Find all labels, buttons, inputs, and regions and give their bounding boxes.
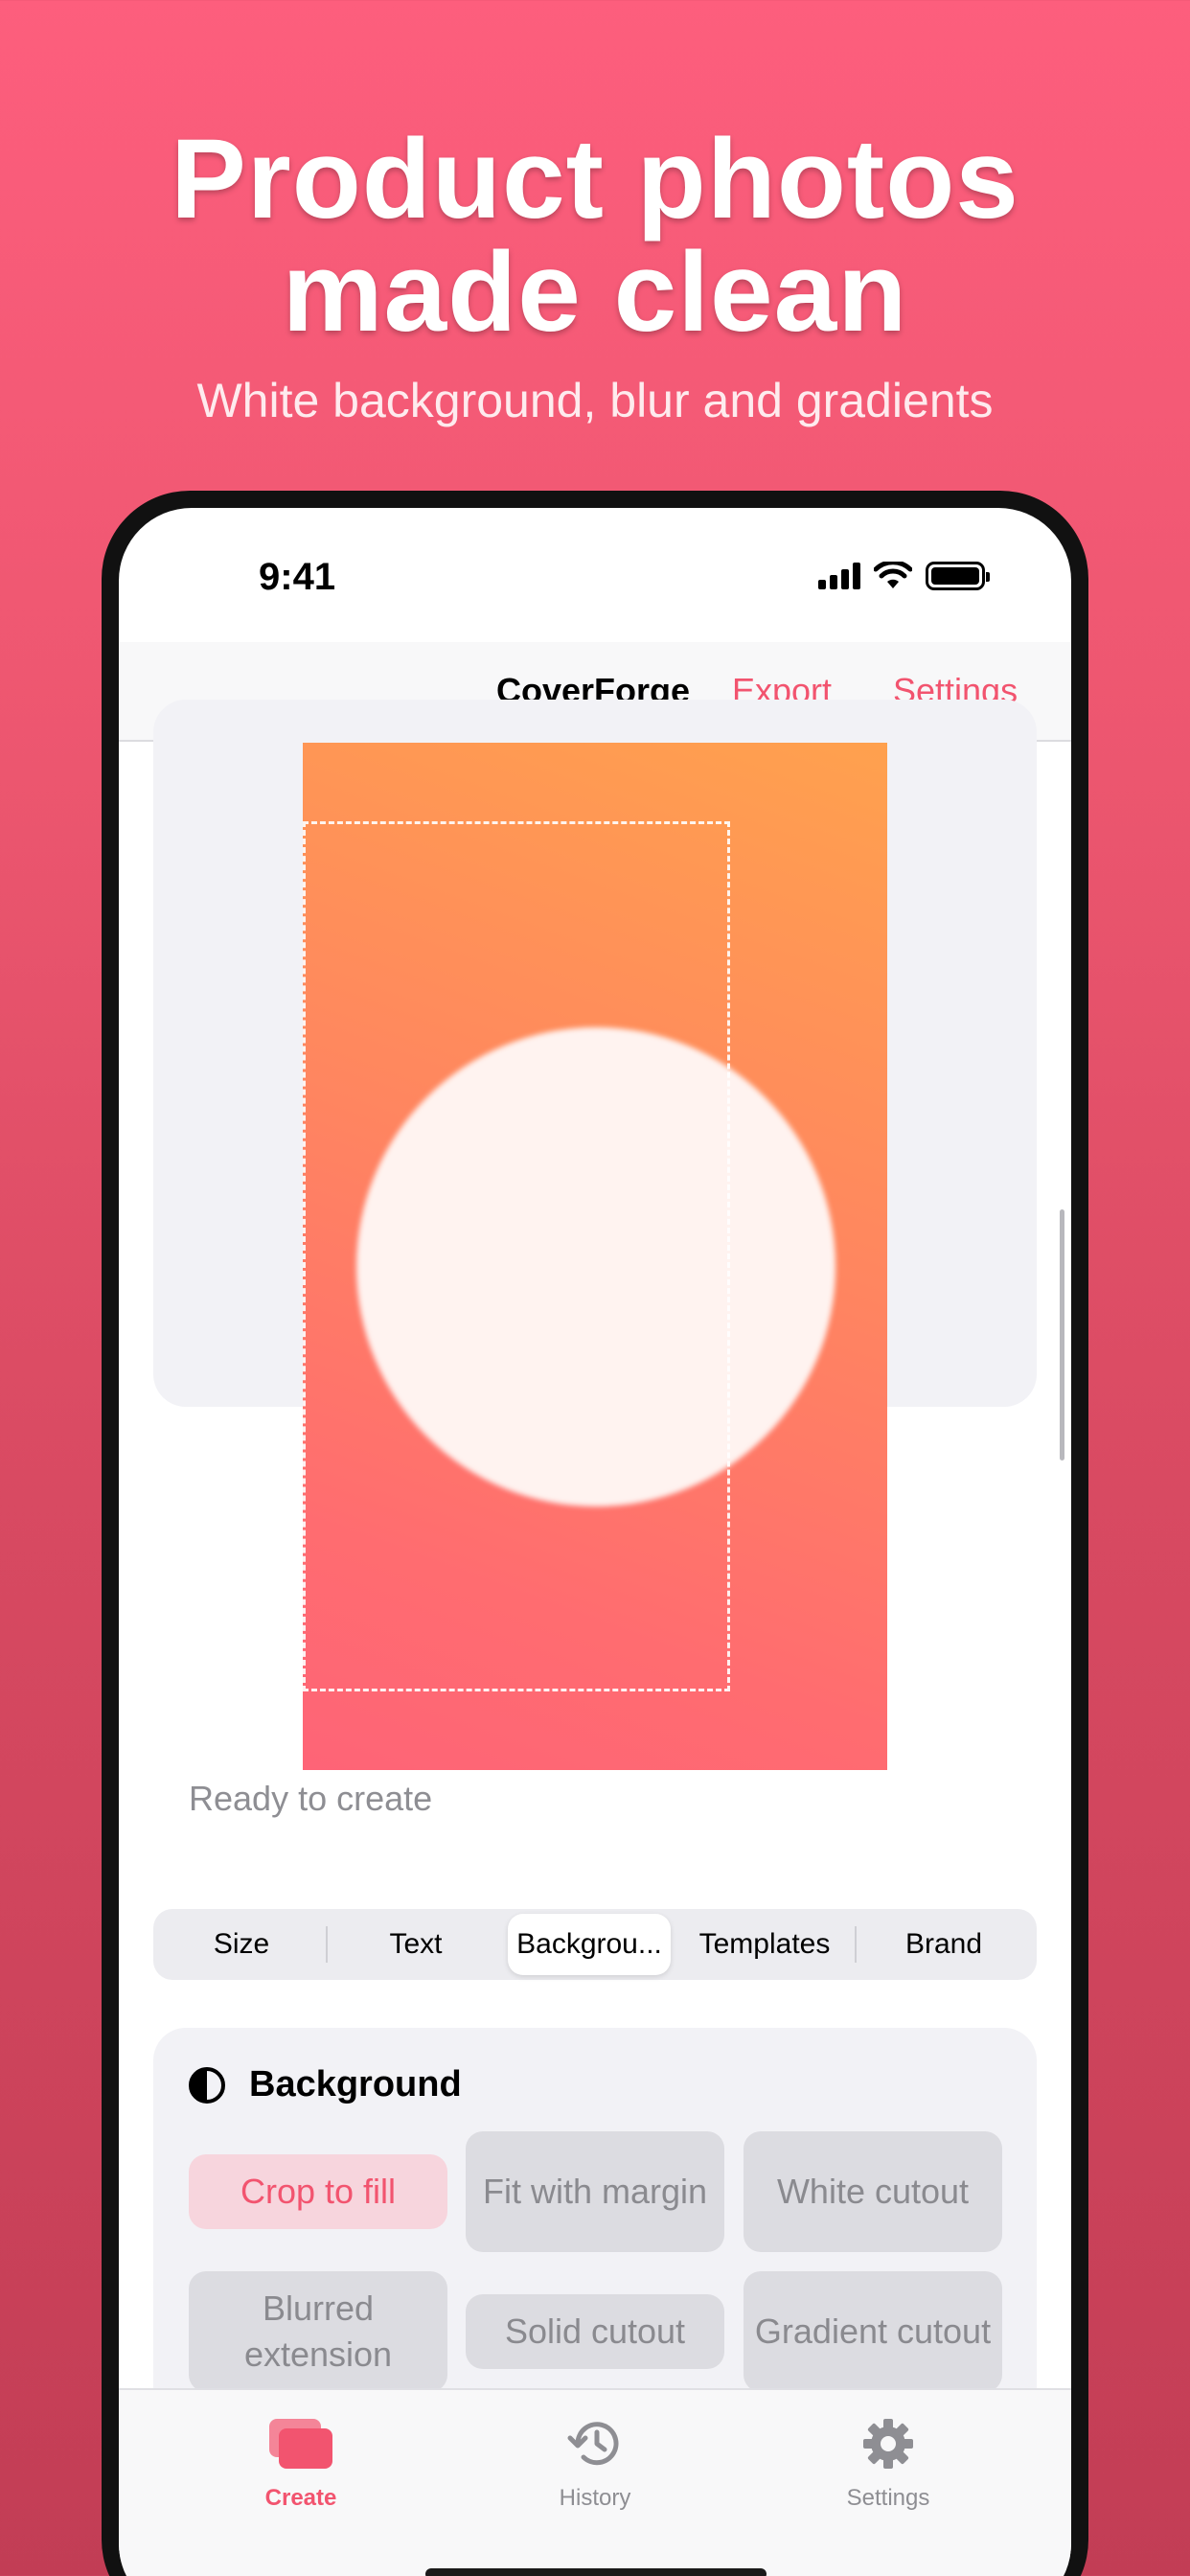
cellular-signal-icon (818, 563, 860, 589)
hero-subtitle: White background, blur and gradients (196, 374, 994, 427)
background-heading: Background (249, 2064, 462, 2104)
preview-status-text: Ready to create (189, 1779, 433, 1818)
tabbar-label-settings: Settings (846, 2485, 930, 2511)
tab-brand[interactable]: Brand (857, 1914, 1031, 1975)
hero-title-line-2: made clean (282, 229, 908, 356)
status-time: 9:41 (259, 556, 336, 598)
tab-size[interactable]: Size (159, 1914, 324, 1975)
option-white-cutout[interactable]: White cutout (744, 2131, 1002, 2252)
tab-templates[interactable]: Templates (676, 1914, 853, 1975)
option-blurred-extension[interactable]: Blurred extension (189, 2271, 447, 2392)
tab-text[interactable]: Text (328, 1914, 504, 1975)
tabbar-label-history: History (559, 2485, 631, 2511)
tab-bar: Create History Settings (119, 2388, 1071, 2576)
home-indicator (425, 2568, 767, 2576)
tabbar-item-history[interactable]: History (499, 2417, 691, 2512)
scrollbar[interactable] (1060, 1209, 1064, 1460)
tabbar-label-create: Create (264, 2485, 337, 2511)
tab-background[interactable]: Backgrou... (508, 1914, 671, 1975)
crop-guide (303, 821, 730, 1691)
option-fit-with-margin[interactable]: Fit with margin (466, 2131, 724, 2252)
tabbar-item-create[interactable]: Create (205, 2417, 397, 2512)
battery-icon (926, 562, 990, 590)
option-gradient-cutout[interactable]: Gradient cutout (744, 2271, 1002, 2392)
history-clock-icon (567, 2422, 619, 2466)
option-solid-cutout[interactable]: Solid cutout (466, 2294, 724, 2369)
gear-icon (863, 2419, 913, 2469)
cover-preview-canvas[interactable] (303, 743, 887, 1770)
tabbar-item-settings[interactable]: Settings (792, 2417, 984, 2512)
contrast-icon (189, 2067, 225, 2104)
wifi-icon (874, 562, 912, 588)
hero-title: Product photos made clean (0, 123, 1190, 349)
editor-tabs: Size Text Backgrou... Templates Brand (153, 1909, 1037, 1980)
phone-screen: 9:41 CoverForge Export Settings Ready to… (119, 508, 1071, 2576)
option-crop-to-fill[interactable]: Crop to fill (189, 2154, 447, 2229)
cards-stack-icon (269, 2419, 332, 2469)
status-icons (818, 562, 990, 590)
hero-title-line-1: Product photos (171, 116, 1019, 242)
